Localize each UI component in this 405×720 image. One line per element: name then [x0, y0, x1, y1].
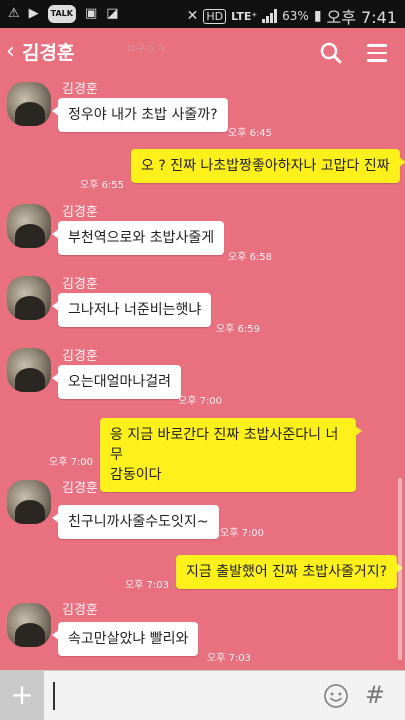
message-bubble-received[interactable]: 부천역으로와 초밥사줄게	[51, 221, 225, 255]
chat-messages[interactable]: 김경훈 정우야 내가 초밥 사줄까? 오후 6:45 오 ? 진짜 나초밥짱좋아…	[0, 78, 405, 668]
message-time: 오후 7:00	[49, 457, 94, 468]
sender-name: 김경훈	[62, 603, 98, 618]
menu-icon[interactable]	[367, 44, 387, 62]
message-time: 오후 7:00	[178, 396, 223, 407]
message-time: 오후 6:45	[228, 128, 273, 139]
lte-indicator: LTE⁺	[231, 9, 258, 23]
signal-icon	[262, 9, 278, 23]
message-bubble-sent[interactable]: 지금 출발했어 진짜 초밥사줄거지?	[176, 555, 404, 589]
chat-title: 김경훈	[22, 42, 75, 64]
avatar[interactable]	[7, 480, 51, 524]
avatar[interactable]	[7, 276, 51, 320]
kakaotalk-notification-icon: TALK	[47, 5, 76, 23]
message-time: 오후 6:59	[216, 324, 261, 335]
avatar[interactable]	[7, 603, 51, 647]
watermark: ㅁ구ㅇㅋ	[126, 44, 167, 55]
status-time: 오후 7:41	[326, 8, 397, 27]
avatar[interactable]	[7, 348, 51, 392]
search-icon[interactable]	[320, 42, 342, 64]
message-bubble-received[interactable]: 속고만살았냐 빨리와	[51, 622, 199, 656]
chat-header: ‹ 김경훈 ㅁ구ㅇㅋ	[0, 28, 405, 78]
message-input-bar: + #	[0, 670, 405, 720]
message-time: 오후 7:03	[207, 653, 252, 664]
message-bubble-sent[interactable]: 응 지금 바로간다 진짜 초밥사준다니 너무 감동이다	[100, 418, 362, 492]
sender-name: 김경훈	[62, 349, 98, 364]
message-bubble-received[interactable]: 친구니까사줄수도잇지~	[52, 505, 219, 539]
message-line: 응 지금 바로간다 진짜 초밥사준다니 너무	[110, 427, 339, 463]
message-input[interactable]	[52, 680, 292, 712]
hash-search-button[interactable]: #	[365, 681, 385, 709]
sender-name: 김경훈	[62, 277, 98, 292]
play-icon: ▶	[28, 6, 39, 21]
sender-name: 김경훈	[62, 82, 98, 97]
battery-icon: ▮	[313, 8, 322, 24]
hd-voice-badge: HD	[203, 8, 227, 24]
back-arrow-icon[interactable]: ‹	[6, 40, 15, 64]
message-time: 오후 7:03	[125, 580, 170, 591]
attach-button[interactable]: +	[0, 671, 44, 720]
message-bubble-received[interactable]: 정우야 내가 초밥 사줄까?	[52, 98, 228, 132]
status-bar: ⚠ ▶ TALK ▣ ◪ ✕ HD LTE⁺ 63% ▮ 오후 7:41	[0, 0, 405, 28]
message-bubble-sent[interactable]: 오 ? 진짜 나초밥짱좋아하자나 고맙다 진짜	[131, 149, 405, 183]
avatar[interactable]	[7, 82, 51, 126]
sender-name: 김경훈	[62, 205, 98, 220]
message-bubble-received[interactable]: 오는대얼마나걸려	[51, 365, 182, 399]
message-bubble-received[interactable]: 그나저나 너준비는햇냐	[51, 293, 212, 327]
scrollbar[interactable]	[398, 478, 402, 660]
avatar[interactable]	[7, 204, 51, 248]
emoticon-icon[interactable]	[323, 683, 349, 709]
message-line: 감동이다	[110, 467, 162, 483]
screenshot-icon: ◪	[106, 6, 119, 21]
mute-icon: ✕	[186, 8, 199, 24]
message-time: 오후 7:00	[220, 528, 265, 539]
message-time: 오후 6:58	[228, 252, 273, 263]
sender-name: 김경훈	[62, 481, 98, 496]
battery-percent: 63%	[282, 9, 309, 23]
image-icon: ▣	[84, 6, 98, 21]
message-time: 오후 6:55	[80, 180, 125, 191]
warning-icon: ⚠	[8, 6, 20, 21]
